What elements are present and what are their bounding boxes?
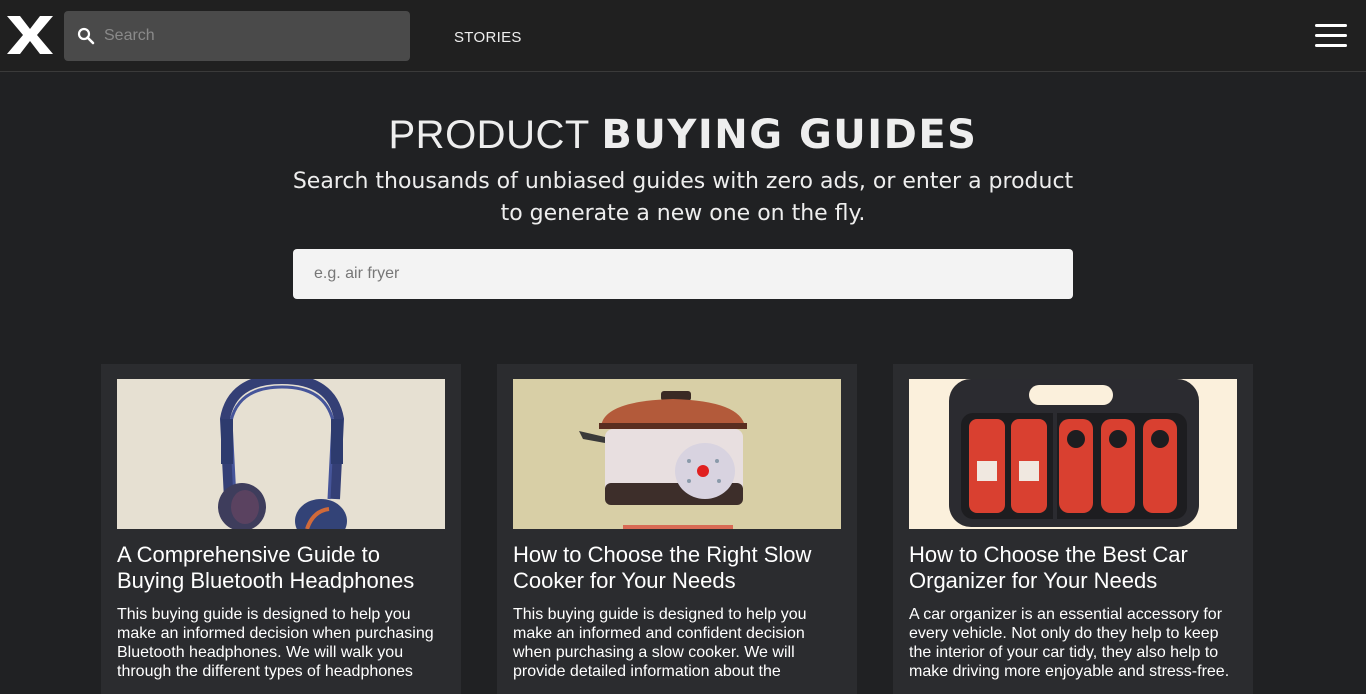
guide-card-description: A car organizer is an essential accessor…: [909, 606, 1230, 680]
guide-card[interactable]: How to Choose the Best Car Organizer for…: [893, 364, 1253, 694]
slow-cooker-image: [513, 379, 841, 529]
guide-card-description: This buying guide is designed to help yo…: [117, 606, 434, 680]
page-title: PRODUCT BUYING GUIDES: [0, 112, 1366, 158]
car-organizer-image: [909, 379, 1237, 529]
guide-card-description: This buying guide is designed to help yo…: [513, 606, 807, 680]
header-search[interactable]: [64, 11, 410, 61]
logo-icon[interactable]: [7, 16, 53, 54]
page-subtitle: Search thousands of unbiased guides with…: [292, 169, 1074, 226]
top-navbar: STORIES: [0, 0, 1366, 72]
guide-card[interactable]: How to Choose the Right Slow Cooker for …: [497, 364, 857, 694]
page-title-bold: BUYING GUIDES: [601, 112, 978, 158]
guide-card-title[interactable]: A Comprehensive Guide to Buying Bluetoot…: [117, 542, 447, 594]
page-title-light: PRODUCT: [388, 113, 590, 157]
nav-link-stories[interactable]: STORIES: [454, 29, 522, 46]
guide-card-title[interactable]: How to Choose the Best Car Organizer for…: [909, 542, 1239, 594]
guide-card-title[interactable]: How to Choose the Right Slow Cooker for …: [513, 542, 843, 594]
product-search-input[interactable]: [293, 249, 1073, 299]
header-search-input[interactable]: [104, 11, 404, 61]
guide-card[interactable]: A Comprehensive Guide to Buying Bluetoot…: [101, 364, 461, 694]
search-icon: [77, 27, 95, 45]
hamburger-menu-icon[interactable]: [1315, 24, 1347, 48]
headphones-image: [117, 379, 445, 529]
